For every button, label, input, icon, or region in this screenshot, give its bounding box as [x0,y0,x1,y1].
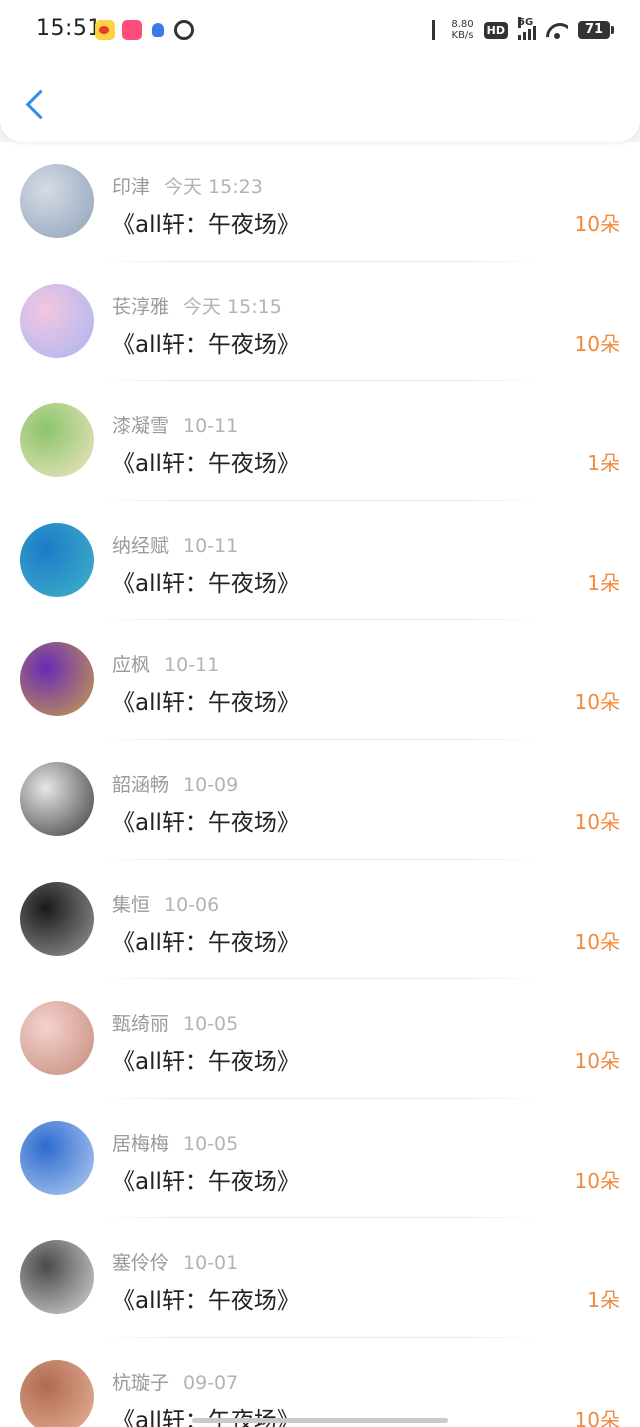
gift-date: 09-07 [183,1371,239,1394]
sender-line: 漆凝雪 10-11 [112,411,238,438]
app-notification-icon [122,20,142,40]
status-bar: 15:51 8.80 KB/s HD 5G 71 [0,0,640,60]
flower-amount: 10朵 [574,212,620,236]
gift-date: 今天 15:23 [164,176,263,198]
work-title: 《all轩：午夜场》 [112,690,300,717]
list-item[interactable]: 甄绮丽 10-05 《all轩：午夜场》 10朵 [0,979,640,1099]
network-speed-unit: KB/s [451,30,474,41]
work-title: 《all轩：午夜场》 [112,1288,300,1315]
avatar[interactable] [20,283,94,358]
list-item[interactable]: 印津 今天 15:23 《all轩：午夜场》 10朵 [0,142,640,262]
list-item[interactable]: 杭璇子 09-07 《all轩：午夜场》 10朵 [0,1338,640,1427]
gift-date: 今天 15:15 [183,295,282,318]
work-title: 《all轩：午夜场》 [112,1168,300,1195]
avatar[interactable] [20,1001,94,1076]
sender-name: 杭璇子 [112,1371,170,1394]
list-item[interactable]: 塞伶伶 10-01 《all轩：午夜场》 1朵 [0,1218,640,1338]
network-speed-value: 8.80 [451,19,474,30]
avatar[interactable] [20,881,94,956]
sender-name: 甄绮丽 [112,1013,170,1036]
sender-name: 纳经赋 [112,534,170,557]
network-speed: 8.80 KB/s [451,19,473,41]
list-item[interactable]: 应枫 10-11 《all轩：午夜场》 10朵 [0,620,640,740]
sender-name: 集恒 [112,893,151,916]
flower-amount: 1朵 [587,451,620,476]
sender-name: 韶涵畅 [112,773,170,796]
flower-amount: 10朵 [574,690,620,715]
work-title: 《all轩：午夜场》 [112,451,300,478]
gift-date: 10-05 [183,1132,239,1155]
avatar[interactable] [20,403,94,478]
gift-date: 10-01 [183,1252,239,1275]
sender-line: 韶涵畅 10-09 [112,770,238,797]
avatar[interactable] [20,642,94,717]
work-title: 《all轩：午夜场》 [112,570,300,597]
avatar[interactable] [20,164,94,238]
avatar[interactable] [20,1240,94,1315]
sender-name: 印津 [112,176,151,198]
gift-date: 10-11 [164,654,220,677]
sender-line: 居梅梅 10-05 [112,1129,238,1156]
sender-line: 纳经赋 10-11 [112,531,238,558]
cellular-signal-icon: 5G [518,17,536,40]
fan-app-icon [174,20,194,40]
system-icons: 8.80 KB/s HD 5G 71 [427,16,614,44]
sender-line: 印津 今天 15:23 [112,172,263,199]
back-button[interactable] [20,86,54,128]
gift-date: 10-05 [183,1013,239,1036]
sender-line: 杭璇子 09-07 [112,1368,238,1395]
work-title: 《all轩：午夜场》 [112,1401,300,1427]
signal-type-label: 5G [518,17,534,28]
sender-line: 塞伶伶 10-01 [112,1248,238,1275]
gift-date: 10-11 [183,534,239,557]
flower-amount: 10朵 [574,1407,620,1427]
gift-record-list: 印津 今天 15:23 《all轩：午夜场》 10朵 苌淳雅 今天 15:15 《all轩：… [0,142,640,1427]
weibo-icon [95,20,115,40]
work-title: 《all轩：午夜场》 [112,929,300,956]
sender-line: 甄绮丽 10-05 [112,1009,238,1036]
flower-amount: 1朵 [587,570,620,595]
flower-amount: 1朵 [587,1288,620,1313]
battery-level: 71 [584,22,604,37]
status-time: 15:51 [36,16,102,41]
list-item[interactable]: 居梅梅 10-05 《all轩：午夜场》 10朵 [0,1099,640,1219]
flower-amount: 10朵 [574,331,620,356]
flower-amount: 10朵 [574,1168,620,1193]
list-item[interactable]: 集恒 10-06 《all轩：午夜场》 10朵 [0,860,640,980]
flower-amount: 10朵 [574,929,620,954]
avatar[interactable] [20,761,94,836]
battery-icon: 71 [578,21,614,39]
sender-line: 苌淳雅 今天 15:15 [112,292,282,319]
sender-line: 集恒 10-06 [112,890,219,917]
gift-date: 10-09 [183,773,239,796]
work-title: 《all轩：午夜场》 [112,1049,300,1076]
home-indicator[interactable] [192,1418,448,1423]
work-title: 《all轩：午夜场》 [112,212,300,238]
list-item[interactable]: 苌淳雅 今天 15:15 《all轩：午夜场》 10朵 [0,262,640,382]
avatar[interactable] [20,1120,94,1195]
sender-line: 应枫 10-11 [112,650,219,677]
work-title: 《all轩：午夜场》 [112,809,300,836]
avatar[interactable] [20,1359,94,1427]
flower-amount: 10朵 [574,809,620,834]
sender-name: 苌淳雅 [112,295,170,318]
avatar[interactable] [20,522,94,597]
flower-amount: 10朵 [574,1049,620,1074]
list-item[interactable]: 纳经赋 10-11 《all轩：午夜场》 1朵 [0,501,640,621]
gift-date: 10-11 [183,415,239,438]
sender-name: 塞伶伶 [112,1252,170,1275]
sender-name: 漆凝雪 [112,415,170,438]
sender-name: 应枫 [112,654,151,677]
wifi-icon [546,21,568,39]
work-title: 《all轩：午夜场》 [112,331,300,358]
baidu-icon [150,20,166,40]
list-item[interactable]: 漆凝雪 10-11 《all轩：午夜场》 1朵 [0,381,640,501]
gift-date: 10-06 [164,893,220,916]
hd-badge: HD [483,21,508,39]
list-item[interactable]: 韶涵畅 10-09 《all轩：午夜场》 10朵 [0,740,640,860]
bluetooth-icon [427,20,441,40]
header-bar: 15:51 8.80 KB/s HD 5G 71 [0,0,640,142]
sender-name: 居梅梅 [112,1132,170,1155]
